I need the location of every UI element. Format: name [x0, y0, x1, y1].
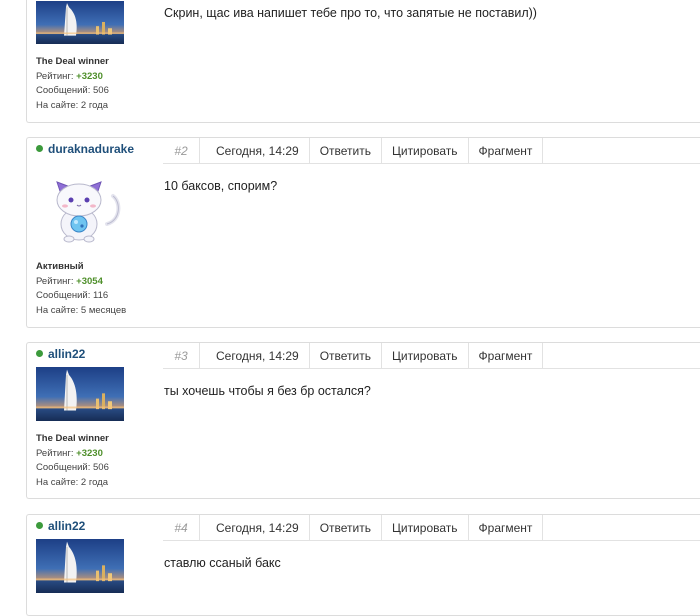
post-number[interactable]: #4	[163, 515, 200, 540]
author-rating: Рейтинг: +3230	[36, 447, 109, 462]
reply-button[interactable]: Ответить	[310, 138, 382, 163]
post-date: Сегодня, 14:29	[200, 515, 310, 540]
post-number[interactable]: #2	[163, 138, 200, 163]
quote-button[interactable]: Цитировать	[382, 343, 469, 368]
post-2: duraknadurake Активный Рейтинг: +3054 Со…	[26, 137, 700, 328]
post-content: 10 баксов, спорим?	[164, 179, 278, 193]
avatar[interactable]	[36, 539, 124, 593]
author-panel: duraknadurake Активный Рейтинг: +3054 Со…	[27, 138, 159, 327]
author-name-label: allin22	[48, 347, 86, 361]
author-name-label: duraknadurake	[48, 142, 135, 156]
rating-value: +3054	[76, 275, 103, 287]
author-messages: Сообщений: 506	[36, 85, 109, 96]
post-content: ты хочешь чтобы я без бр остался?	[164, 384, 371, 398]
quote-button[interactable]: Цитировать	[382, 515, 469, 540]
author-on-site: На сайте: 5 месяцев	[36, 304, 127, 316]
author-stats: The Deal winner Рейтинг: +3230 Сообщений…	[36, 432, 109, 490]
online-indicator	[36, 350, 43, 357]
post-1: The Deal winner Рейтинг: +3230 Сообщений…	[26, 0, 700, 123]
author-rating: Рейтинг: +3230	[36, 70, 109, 85]
author-stats: Активный Рейтинг: +3054 Сообщений: 116 Н…	[36, 260, 126, 318]
online-indicator	[36, 145, 43, 152]
reply-button[interactable]: Ответить	[310, 343, 382, 368]
author-rank: The Deal winner	[36, 56, 109, 67]
rating-value: +3230	[76, 447, 103, 459]
rating-value: +3230	[76, 70, 103, 82]
author-name-label: allin22	[48, 519, 86, 533]
online-indicator	[36, 522, 43, 529]
author-stats: The Deal winner Рейтинг: +3230 Сообщений…	[36, 55, 109, 113]
post-toolbar: #4 Сегодня, 14:29 Ответить Цитировать Фр…	[163, 515, 700, 541]
author-panel: The Deal winner Рейтинг: +3230 Сообщений…	[27, 0, 159, 122]
post-date: Сегодня, 14:29	[200, 138, 310, 163]
quote-button[interactable]: Цитировать	[382, 138, 469, 163]
author-panel: allin22 The Deal winner Рейтинг: +3230 С…	[27, 343, 159, 498]
post-toolbar: #2 Сегодня, 14:29 Ответить Цитировать Фр…	[163, 138, 700, 164]
post-4: allin22 #4 Сегодня, 14:29 Ответить Цитир…	[26, 514, 700, 616]
fragment-button[interactable]: Фрагмент	[469, 515, 544, 540]
cat-avatar-icon[interactable]	[43, 166, 123, 246]
rating-label: Рейтинг:	[36, 70, 74, 82]
fragment-button[interactable]: Фрагмент	[469, 138, 544, 163]
author-messages: Сообщений: 116	[36, 290, 109, 301]
author-on-site: На сайте: 2 года	[36, 476, 109, 488]
post-content: Скрин, щас ива напишет тебе про то, что …	[164, 6, 537, 20]
author-messages: Сообщений: 506	[36, 462, 109, 473]
post-3: allin22 The Deal winner Рейтинг: +3230 С…	[26, 342, 700, 499]
rating-label: Рейтинг:	[36, 447, 74, 459]
reply-button[interactable]: Ответить	[310, 515, 382, 540]
author-panel: allin22	[27, 515, 159, 615]
post-toolbar: #3 Сегодня, 14:29 Ответить Цитировать Фр…	[163, 343, 700, 369]
author-name[interactable]: allin22	[36, 347, 85, 361]
rating-label: Рейтинг:	[36, 275, 74, 287]
post-content: ставлю ссаный бакс	[164, 556, 281, 570]
avatar[interactable]	[36, 1, 124, 44]
avatar[interactable]	[36, 367, 124, 421]
author-on-site: На сайте: 2 года	[36, 99, 109, 111]
fragment-button[interactable]: Фрагмент	[469, 343, 544, 368]
author-name[interactable]: duraknadurake	[36, 142, 134, 156]
post-number[interactable]: #3	[163, 343, 200, 368]
author-rating: Рейтинг: +3054	[36, 275, 126, 290]
author-rank: The Deal winner	[36, 433, 109, 444]
post-date: Сегодня, 14:29	[200, 343, 310, 368]
author-name[interactable]: allin22	[36, 519, 85, 533]
author-rank: Активный	[36, 261, 84, 272]
